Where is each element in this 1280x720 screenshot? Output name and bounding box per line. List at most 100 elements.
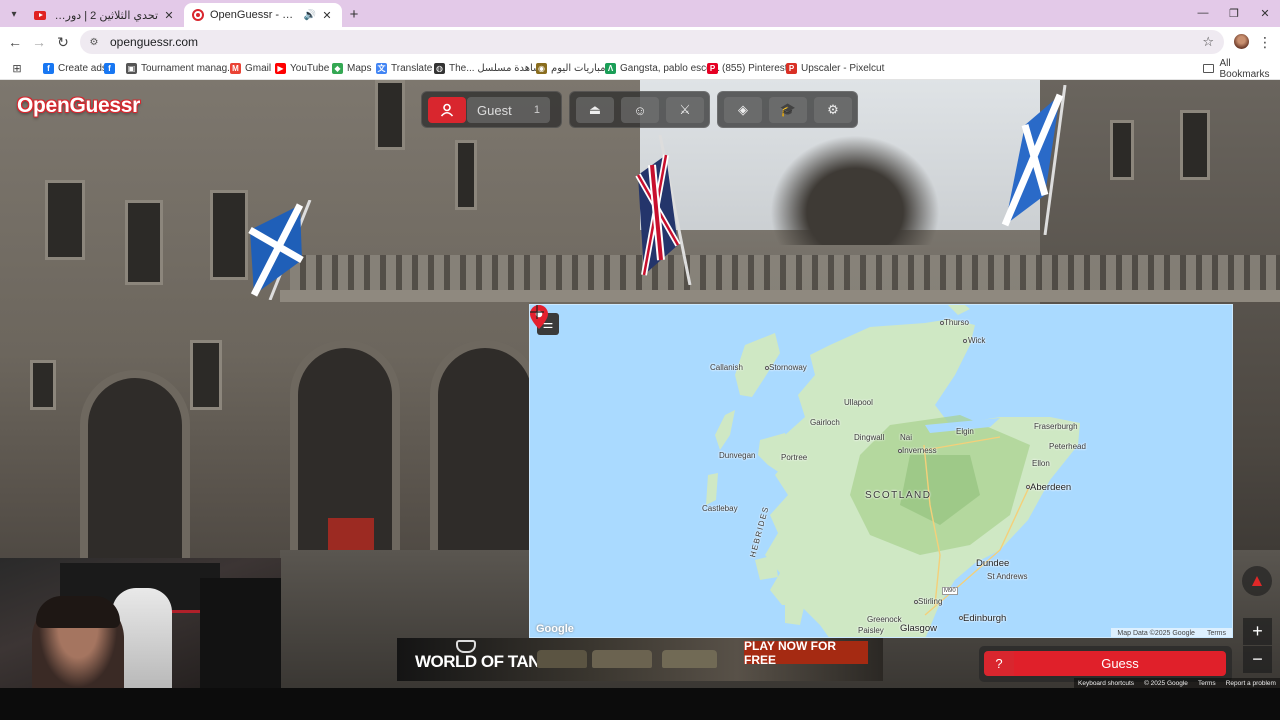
all-bookmarks-button[interactable]: All Bookmarks bbox=[1203, 58, 1280, 80]
tab-close-icon[interactable]: ✕ bbox=[320, 8, 334, 22]
crosshair-cursor-icon bbox=[530, 305, 544, 319]
bookmark-item[interactable]: ▣ Tournament manag... bbox=[126, 60, 236, 77]
window-minimize-icon[interactable]: — bbox=[1188, 4, 1218, 22]
facebook-icon: f bbox=[43, 63, 54, 74]
forward-arrow-icon[interactable]: → bbox=[30, 33, 48, 51]
apps-grid-icon[interactable]: ⊞ bbox=[11, 62, 23, 75]
map-label-fraserburgh: Fraserburgh bbox=[1034, 422, 1078, 431]
bookmark-item[interactable]: f bbox=[104, 60, 119, 77]
bookmark-item[interactable]: P Upscaler - Pixelcut bbox=[786, 60, 884, 77]
settings-group: ◈ 🎓 ⚙ bbox=[717, 91, 858, 128]
report-problem-link[interactable]: Report a problem bbox=[1226, 680, 1276, 687]
bookmark-item[interactable]: 文 Translate bbox=[376, 60, 432, 77]
profile-button[interactable] bbox=[428, 97, 466, 123]
map-label-st-andrews: St Andrews bbox=[987, 572, 1028, 581]
bookmark-item[interactable]: M Gmail bbox=[230, 60, 271, 77]
learn-button[interactable]: 🎓 bbox=[769, 97, 807, 123]
party-button[interactable]: ☺ bbox=[621, 97, 659, 123]
bookmark-label: Upscaler - Pixelcut bbox=[801, 63, 885, 74]
layers-icon: ◈ bbox=[738, 102, 748, 117]
bookmark-item[interactable]: ◍ The... مشاهدة مسلسل bbox=[434, 60, 547, 77]
settings-button[interactable]: ⚙ bbox=[814, 97, 852, 123]
compass-needle-icon bbox=[1252, 576, 1262, 586]
tab-search-dropdown-icon[interactable]: ▾ bbox=[5, 5, 23, 23]
map-label-dundee: Dundee bbox=[976, 558, 1010, 569]
player-name-box[interactable]: Guest 1 bbox=[467, 97, 550, 123]
map-label-gairloch: Gairloch bbox=[810, 418, 840, 427]
back-arrow-icon[interactable]: ← bbox=[6, 33, 24, 51]
map-label-glasgow: Glasgow bbox=[900, 623, 937, 634]
keyboard-shortcuts-link[interactable]: Keyboard shortcuts bbox=[1078, 680, 1134, 687]
url-text: openguessr.com bbox=[110, 35, 199, 49]
zoom-in-button[interactable]: + bbox=[1243, 618, 1272, 645]
streetview-attribution: Keyboard shortcuts © 2025 Google Terms R… bbox=[1074, 678, 1280, 688]
help-button[interactable]: ? bbox=[984, 651, 1014, 676]
facebook-icon: f bbox=[104, 63, 115, 74]
bookmark-item[interactable]: ◉ مباريات اليوم bbox=[536, 60, 605, 77]
bookmark-label: (855) Pinterest bbox=[722, 63, 788, 74]
map-label-stornoway: Stornoway bbox=[769, 363, 807, 372]
map-terms-link[interactable]: Terms bbox=[1207, 630, 1226, 637]
bookmark-label: Translate bbox=[391, 63, 433, 74]
site-info-icon[interactable]: ⚙ bbox=[88, 36, 100, 48]
maps-icon: ◆ bbox=[332, 63, 343, 74]
pinterest-icon: P bbox=[707, 63, 718, 74]
reload-icon[interactable]: ↻ bbox=[54, 33, 72, 51]
speaker-icon[interactable]: 🔊 bbox=[304, 10, 316, 21]
map-label-greenock: Greenock bbox=[867, 615, 902, 624]
bookmark-item[interactable]: P (855) Pinterest bbox=[707, 60, 788, 77]
tank-image bbox=[592, 650, 652, 668]
tab-openguessr[interactable]: OpenGuessr - Free GeoGuessr 🔊 ✕ bbox=[184, 3, 342, 27]
gangsta-icon: Λ bbox=[605, 63, 616, 74]
union-jack-flag bbox=[635, 135, 692, 285]
tank-image bbox=[662, 650, 717, 668]
map-data-text: Map Data ©2025 Google bbox=[1117, 630, 1195, 637]
browser-menu-icon[interactable]: ⋮ bbox=[1258, 33, 1272, 51]
bookmark-item[interactable]: ▶ YouTube bbox=[275, 60, 329, 77]
bookmark-item[interactable]: ◆ Maps bbox=[332, 60, 371, 77]
folder-icon bbox=[1203, 64, 1215, 73]
ad-play-button[interactable]: PLAY NOW FOR FREE bbox=[744, 639, 868, 667]
zoom-out-button[interactable]: − bbox=[1243, 646, 1272, 673]
tab-title: OpenGuessr - Free GeoGuessr bbox=[210, 9, 300, 21]
tournament-icon: ▣ bbox=[126, 63, 137, 74]
podium-icon: ⏏ bbox=[588, 102, 602, 117]
tab-youtube[interactable]: تحدي الثلاثين 2 | دور ال 16 المواج... ✕ bbox=[26, 3, 184, 27]
guess-button[interactable]: Guess bbox=[1014, 651, 1226, 676]
player-group: Guest 1 bbox=[421, 91, 562, 128]
terms-link[interactable]: Terms bbox=[1198, 680, 1216, 687]
map-label-peterhead: Peterhead bbox=[1049, 442, 1086, 451]
openguessr-logo[interactable]: OpenGuessr bbox=[17, 94, 140, 118]
guess-map[interactable]: ⚌ Thurso Wick Callanish Stornoway Ullapo… bbox=[529, 304, 1233, 638]
copyright-text: © 2025 Google bbox=[1144, 679, 1188, 687]
pixelcut-icon: P bbox=[786, 63, 797, 74]
map-label-ellon: Ellon bbox=[1032, 459, 1050, 468]
bookmark-item[interactable]: f Create ads bbox=[43, 60, 107, 77]
browser-toolbar: ← → ↻ ⚙ openguessr.com ☆ ⋮ bbox=[0, 27, 1280, 57]
player-name: Guest bbox=[477, 102, 512, 118]
leaderboard-button[interactable]: ⏏ bbox=[576, 97, 614, 123]
new-tab-plus-icon[interactable]: + bbox=[346, 6, 362, 23]
royal-coat-of-arms-statue bbox=[770, 135, 940, 245]
streamer-webcam bbox=[0, 558, 281, 688]
map-label-thurso: Thurso bbox=[944, 318, 969, 327]
youtube-icon: ▶ bbox=[275, 63, 286, 74]
window-restore-icon[interactable]: ❐ bbox=[1219, 4, 1249, 22]
group-icon: ☺ bbox=[633, 102, 647, 118]
world-of-tanks-ad[interactable]: WORLD OF TANKS PLAY NOW FOR FREE bbox=[397, 638, 883, 681]
map-label-inverness: Inverness bbox=[902, 446, 937, 455]
map-label-nairn: Nai bbox=[900, 433, 913, 442]
map-layers-button[interactable]: ◈ bbox=[724, 97, 762, 123]
google-logo: Google bbox=[536, 623, 574, 635]
bookmark-item[interactable]: Λ Gangsta, pablo esco... bbox=[605, 60, 720, 77]
tab-close-icon[interactable]: ✕ bbox=[162, 8, 176, 22]
compass-button[interactable] bbox=[1242, 566, 1272, 596]
battle-button[interactable]: ⚔ bbox=[666, 97, 704, 123]
profile-avatar[interactable] bbox=[1234, 34, 1249, 49]
map-label-portree: Portree bbox=[781, 453, 808, 462]
bookmark-star-icon[interactable]: ☆ bbox=[1202, 34, 1214, 50]
player-count: 1 bbox=[533, 104, 540, 116]
window-close-icon[interactable]: ✕ bbox=[1250, 4, 1280, 22]
globe-icon: ◍ bbox=[434, 63, 445, 74]
address-bar[interactable]: ⚙ openguessr.com ☆ bbox=[80, 30, 1224, 54]
